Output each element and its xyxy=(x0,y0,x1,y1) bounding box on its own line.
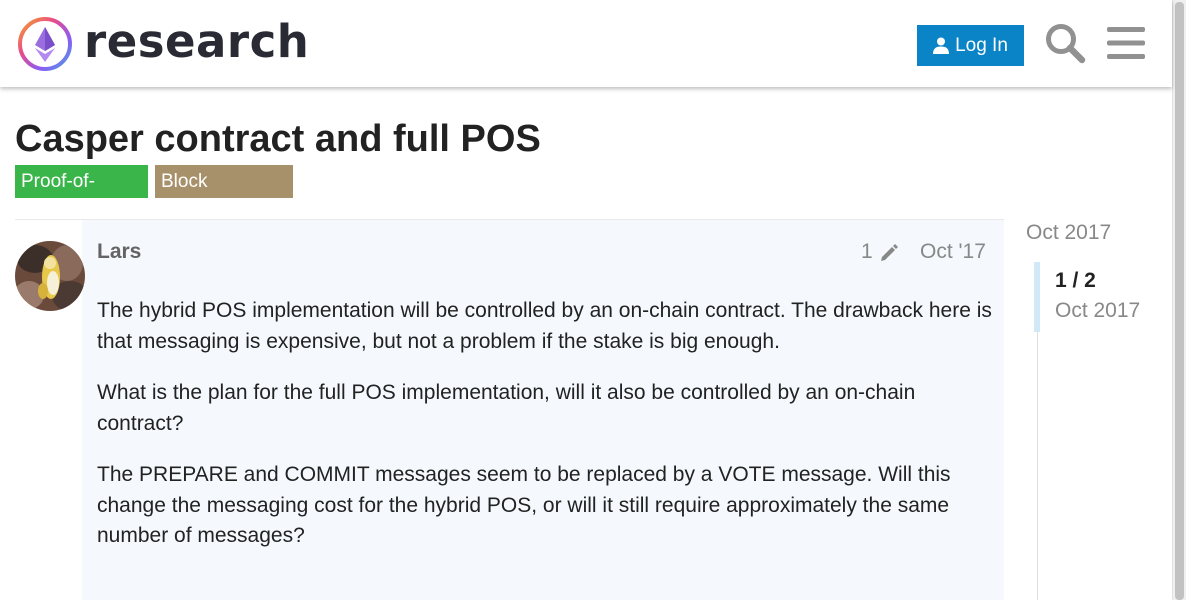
site-header: research Log In xyxy=(0,0,1172,87)
post-paragraph: The hybrid POS implementation will be co… xyxy=(97,299,992,353)
timeline-scroll-handle[interactable] xyxy=(1034,262,1040,332)
scrollbar-thumb[interactable] xyxy=(1175,2,1184,600)
timeline-current-date: Oct 2017 xyxy=(1055,299,1141,322)
login-label: Log In xyxy=(955,34,1008,56)
pencil-icon xyxy=(880,244,898,261)
post-paragraph: What is the plan for the full POS implem… xyxy=(97,381,916,435)
topic-title[interactable]: Casper contract and full POS xyxy=(15,118,541,161)
site-name[interactable]: research xyxy=(84,14,309,70)
login-button[interactable]: Log In xyxy=(917,25,1024,66)
search-icon[interactable] xyxy=(1044,22,1086,64)
post-username[interactable]: Lars xyxy=(97,240,141,264)
post-paragraph: The PREPARE and COMMIT messages seem to … xyxy=(97,463,951,547)
edit-count: 1 xyxy=(861,240,873,263)
post-date[interactable]: Oct '17 xyxy=(920,240,986,264)
avatar[interactable] xyxy=(15,241,85,311)
tag-block-proposer[interactable]: Block proposer xyxy=(155,165,293,225)
hamburger-menu-icon[interactable] xyxy=(1107,26,1145,60)
user-icon xyxy=(933,37,950,54)
tag-proof-of-stake[interactable]: Proof-of-Stake xyxy=(15,165,148,225)
post-edit-history[interactable]: 1 xyxy=(861,240,899,264)
timeline-start-date[interactable]: Oct 2017 xyxy=(1026,221,1111,245)
page-scrollbar[interactable] xyxy=(1172,0,1186,600)
ethresear-logo-icon[interactable] xyxy=(16,15,74,73)
post-content: The hybrid POS implementation will be co… xyxy=(97,296,997,573)
timeline-position: 1 / 2 xyxy=(1055,269,1096,292)
user-avatar-icon xyxy=(15,241,85,311)
